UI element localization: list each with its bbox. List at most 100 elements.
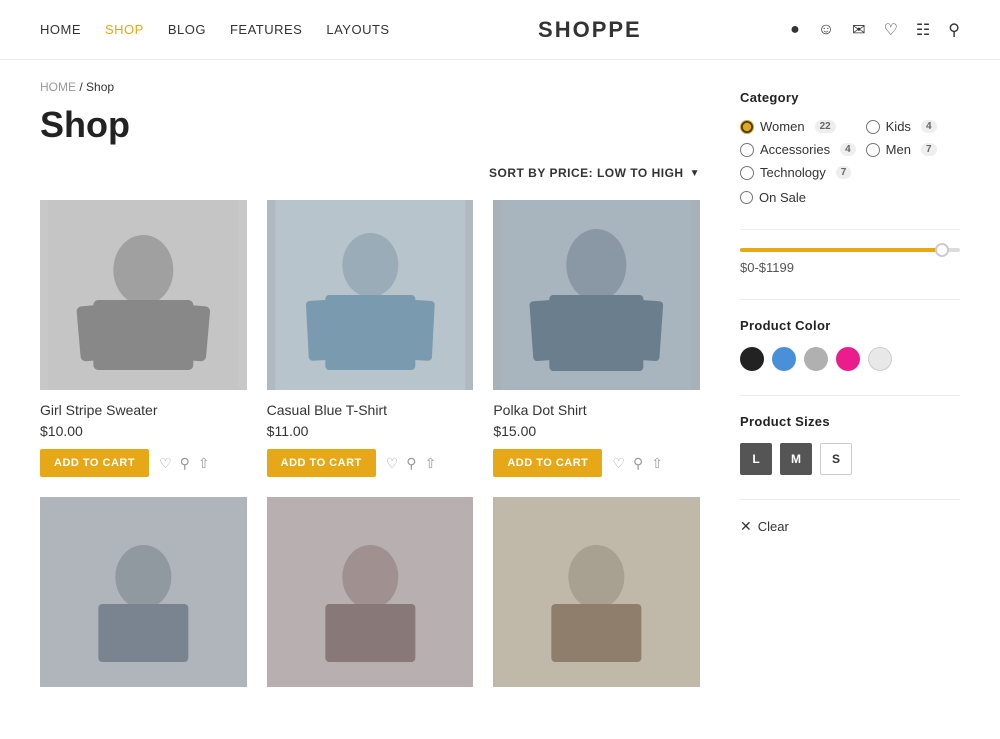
color-swatch-black[interactable] [740, 347, 764, 371]
product-grid-bottom [40, 497, 700, 699]
nav-links: HOME SHOP BLOG FEATURES LAYOUTS [40, 22, 390, 37]
color-swatch-pink[interactable] [836, 347, 860, 371]
add-to-cart-0[interactable]: ADD TO CART [40, 449, 149, 477]
zoom-icon-2[interactable]: ⚲ [633, 455, 643, 472]
site-logo: SHOPPE [538, 17, 642, 43]
category-technology-radio[interactable] [740, 166, 754, 180]
breadcrumb-current: Shop [86, 80, 114, 94]
product-thumb-0 [40, 522, 247, 662]
product-image-placeholder-2 [493, 200, 700, 390]
wishlist-icon-1[interactable]: ♡ [386, 455, 399, 472]
price-range-fill [740, 248, 949, 252]
nav-shop[interactable]: SHOP [105, 22, 144, 37]
product-action-icons-0: ♡ ⚲ ⇧ [159, 455, 210, 472]
nav-blog[interactable]: BLOG [168, 22, 206, 37]
category-kids-radio[interactable] [866, 120, 880, 134]
sidebar-price: $0-$1199 [740, 248, 960, 275]
product-price-1: $11.00 [267, 423, 474, 439]
category-men-label: Men [886, 142, 911, 157]
category-men-radio[interactable] [866, 143, 880, 157]
product-image-placeholder-1 [267, 200, 474, 390]
product-image-1 [267, 200, 474, 390]
heart-icon[interactable]: ♡ [884, 20, 898, 40]
breadcrumb-separator: / [79, 80, 86, 94]
add-to-cart-1[interactable]: ADD TO CART [267, 449, 376, 477]
divider-3 [740, 395, 960, 396]
category-technology[interactable]: Technology 7 [740, 165, 856, 180]
color-swatch-grey[interactable] [804, 347, 828, 371]
category-women-count: 22 [815, 120, 836, 133]
clear-label: Clear [758, 519, 789, 534]
product-action-icons-1: ♡ ⚲ ⇧ [386, 455, 437, 472]
product-image-bottom-1 [267, 497, 474, 687]
sort-bar: SORT BY PRICE: LOW TO HIGH ▼ [40, 166, 700, 180]
size-btn-l[interactable]: L [740, 443, 772, 475]
product-actions-0: ADD TO CART ♡ ⚲ ⇧ [40, 449, 247, 477]
chevron-down-icon: ▼ [690, 168, 700, 179]
size-btn-m[interactable]: M [780, 443, 812, 475]
price-range-thumb[interactable] [935, 243, 949, 257]
category-men[interactable]: Men 7 [866, 142, 960, 157]
price-range-track [740, 248, 960, 252]
product-card-bottom-1 [267, 497, 474, 699]
product-actions-2: ADD TO CART ♡ ⚲ ⇧ [493, 449, 700, 477]
product-card-bottom-0 [40, 497, 247, 699]
category-men-count: 7 [921, 143, 937, 156]
size-btn-s[interactable]: S [820, 443, 852, 475]
divider-1 [740, 229, 960, 230]
sidebar-sizes: Product Sizes L M S [740, 414, 960, 475]
product-name-2: Polka Dot Shirt [493, 402, 700, 418]
breadcrumb-home[interactable]: HOME [40, 80, 76, 94]
search-icon[interactable]: ⚲ [948, 20, 960, 40]
clear-x-icon: ✕ [740, 518, 752, 535]
user-icon[interactable]: ☺ [818, 21, 834, 39]
size-buttons: L M S [740, 443, 960, 475]
category-women-radio[interactable] [740, 120, 754, 134]
zoom-icon-0[interactable]: ⚲ [180, 455, 190, 472]
share-icon-2[interactable]: ⇧ [651, 455, 663, 472]
category-kids-count: 4 [921, 120, 937, 133]
nav-home[interactable]: HOME [40, 22, 81, 37]
cart-icon[interactable]: ☷ [916, 20, 930, 40]
product-thumb-1 [267, 522, 474, 662]
product-action-icons-2: ♡ ⚲ ⇧ [612, 455, 663, 472]
product-image-bottom-0 [40, 497, 247, 687]
product-grid: Girl Stripe Sweater $10.00 ADD TO CART ♡… [40, 200, 700, 477]
zoom-icon-1[interactable]: ⚲ [406, 455, 416, 472]
product-card-0: Girl Stripe Sweater $10.00 ADD TO CART ♡… [40, 200, 247, 477]
color-swatch-blue[interactable] [772, 347, 796, 371]
color-swatches [740, 347, 960, 371]
product-card-1: Casual Blue T-Shirt $11.00 ADD TO CART ♡… [267, 200, 474, 477]
product-actions-1: ADD TO CART ♡ ⚲ ⇧ [267, 449, 474, 477]
add-to-cart-2[interactable]: ADD TO CART [493, 449, 602, 477]
product-card-2: Polka Dot Shirt $15.00 ADD TO CART ♡ ⚲ ⇧ [493, 200, 700, 477]
product-card-bottom-2 [493, 497, 700, 699]
category-accessories[interactable]: Accessories 4 [740, 142, 856, 157]
share-icon-0[interactable]: ⇧ [198, 455, 210, 472]
category-accessories-count: 4 [840, 143, 856, 156]
location-icon[interactable]: ● [790, 21, 800, 39]
category-accessories-radio[interactable] [740, 143, 754, 157]
nav-features[interactable]: FEATURES [230, 22, 302, 37]
category-kids[interactable]: Kids 4 [866, 119, 960, 134]
share-icon-1[interactable]: ⇧ [425, 455, 437, 472]
sidebar: Category Women 22 Kids 4 Accessories 4 [740, 80, 960, 699]
clear-button[interactable]: ✕ Clear [740, 518, 789, 535]
product-price-0: $10.00 [40, 423, 247, 439]
nav-layouts[interactable]: LAYOUTS [326, 22, 389, 37]
sidebar-color: Product Color [740, 318, 960, 371]
sidebar-category: Category Women 22 Kids 4 Accessories 4 [740, 90, 960, 205]
product-thumb-2 [493, 522, 700, 662]
wishlist-icon-2[interactable]: ♡ [612, 455, 625, 472]
on-sale-item[interactable]: On Sale [740, 190, 960, 205]
nav-icon-group: ● ☺ ✉ ♡ ☷ ⚲ [790, 20, 960, 40]
color-swatch-white[interactable] [868, 347, 892, 371]
mail-icon[interactable]: ✉ [852, 20, 865, 40]
navbar: HOME SHOP BLOG FEATURES LAYOUTS SHOPPE ●… [0, 0, 1000, 60]
wishlist-icon-0[interactable]: ♡ [159, 455, 172, 472]
sort-button[interactable]: SORT BY PRICE: LOW TO HIGH ▼ [489, 166, 700, 180]
product-name-0: Girl Stripe Sweater [40, 402, 247, 418]
on-sale-radio[interactable] [740, 191, 753, 204]
main-container: HOME / Shop Shop SORT BY PRICE: LOW TO H… [0, 60, 1000, 739]
category-women[interactable]: Women 22 [740, 119, 856, 134]
